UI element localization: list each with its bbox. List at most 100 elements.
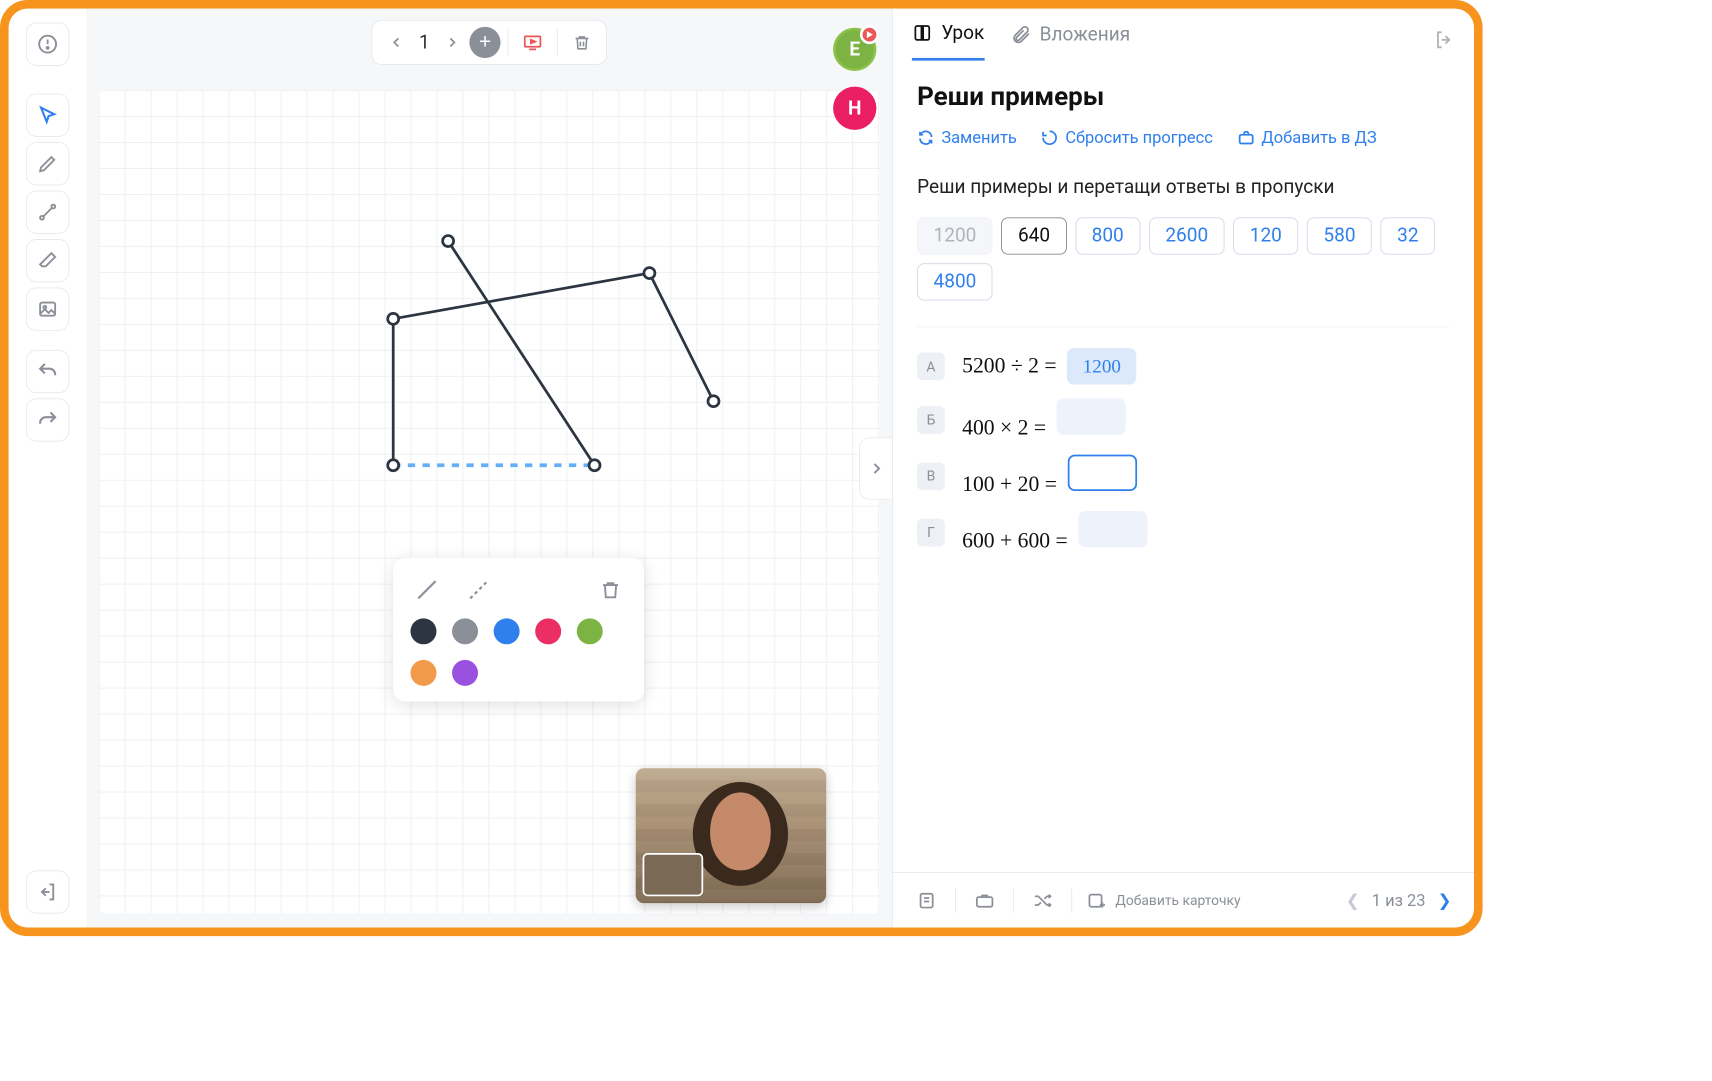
footer-list-button[interactable]: [912, 885, 941, 914]
image-tool[interactable]: [26, 288, 69, 331]
problem-expression: 5200 ÷ 2 = 1200: [962, 348, 1136, 384]
image-icon: [36, 298, 59, 321]
chevron-left-icon: [390, 36, 404, 50]
add-page-button[interactable]: +: [470, 27, 501, 58]
footer-case-button[interactable]: [970, 885, 999, 914]
answer-slot[interactable]: [1068, 455, 1137, 491]
trash-icon: [573, 33, 592, 52]
pencil-tool[interactable]: [26, 142, 69, 185]
chevron-right-icon: [445, 36, 459, 50]
tab-lesson-label: Урок: [941, 23, 984, 45]
problem-expression: 600 + 600 =: [962, 511, 1147, 553]
add-card-icon: [1086, 890, 1107, 911]
answer-chip: 1200: [917, 217, 993, 254]
case-icon: [974, 890, 995, 911]
recording-badge: [860, 25, 879, 44]
exercise-instruction: Реши примеры и перетащи ответы в пропуск…: [917, 177, 1450, 199]
avatar-student[interactable]: H: [833, 87, 876, 130]
redo-button[interactable]: [26, 398, 69, 441]
eraser-icon: [36, 249, 59, 272]
screen-icon: [522, 32, 543, 53]
problem-row: А 5200 ÷ 2 = 1200: [917, 348, 1450, 384]
chat-button[interactable]: [26, 23, 69, 66]
prev-page-button[interactable]: [379, 25, 414, 60]
answer-chip[interactable]: 2600: [1149, 217, 1225, 254]
problem-row: Г 600 + 600 =: [917, 511, 1450, 553]
briefcase-icon: [1237, 129, 1254, 146]
answer-chip[interactable]: 640: [1002, 217, 1067, 254]
avatar-letter: E: [849, 39, 860, 61]
add-card-button[interactable]: Добавить карточку: [1086, 890, 1241, 911]
answer-slot[interactable]: [1078, 511, 1147, 547]
answer-chip[interactable]: 32: [1381, 217, 1435, 254]
eraser-tool[interactable]: [26, 239, 69, 282]
answer-chip[interactable]: 580: [1307, 217, 1372, 254]
color-orange[interactable]: [410, 660, 436, 686]
panel-collapse-handle[interactable]: [859, 437, 892, 499]
tab-attachments[interactable]: Вложения: [1010, 24, 1130, 60]
action-homework[interactable]: Добавить в ДЗ: [1237, 127, 1377, 147]
color-purple[interactable]: [452, 660, 478, 686]
problem-expression: 100 + 20 =: [962, 455, 1137, 497]
avatar-letter: H: [848, 97, 861, 119]
add-card-label: Добавить карточку: [1115, 892, 1240, 908]
whiteboard-canvas[interactable]: [99, 90, 880, 914]
answer-slot[interactable]: [1057, 398, 1126, 434]
reset-icon: [1041, 129, 1058, 146]
undo-button[interactable]: [26, 350, 69, 393]
tab-attachments-label: Вложения: [1040, 24, 1131, 46]
pager-next[interactable]: ❯: [1434, 887, 1455, 914]
shuffle-icon: [1032, 890, 1053, 911]
answer-slot[interactable]: 1200: [1067, 348, 1136, 384]
problem-label: А: [917, 352, 945, 380]
color-blue[interactable]: [494, 618, 520, 644]
line-icon: [36, 201, 59, 224]
pager-text: 1 из 23: [1372, 890, 1426, 910]
exit-icon: [36, 881, 59, 904]
problem-expression: 400 × 2 =: [962, 398, 1126, 440]
pointer-icon: [36, 104, 59, 127]
chat-icon: [36, 33, 59, 56]
exit-button-left[interactable]: [26, 870, 69, 913]
exit-button-right[interactable]: [1432, 29, 1455, 55]
action-reset[interactable]: Сбросить прогресс: [1041, 127, 1213, 147]
pointer-tool[interactable]: [26, 94, 69, 137]
color-green[interactable]: [577, 618, 603, 644]
problem-label: Б: [917, 406, 945, 434]
delete-line-button[interactable]: [594, 573, 627, 606]
action-replace[interactable]: Заменить: [917, 127, 1017, 147]
refresh-icon: [917, 129, 934, 146]
delete-page-button[interactable]: [565, 25, 600, 60]
answer-chip[interactable]: 4800: [917, 263, 993, 300]
next-page-button[interactable]: [435, 25, 470, 60]
problem-label: В: [917, 462, 945, 490]
problem-row: Б 400 × 2 =: [917, 398, 1450, 440]
chevron-right-icon: [868, 460, 884, 476]
exit-icon: [1432, 29, 1455, 52]
avatar-teacher[interactable]: E: [833, 28, 876, 71]
line-tool[interactable]: [26, 191, 69, 234]
color-dark[interactable]: [410, 618, 436, 644]
clip-icon: [1010, 24, 1031, 45]
color-gray[interactable]: [452, 618, 478, 644]
video-thumbnail[interactable]: [636, 768, 827, 903]
solid-line-style[interactable]: [410, 573, 443, 606]
tab-lesson[interactable]: Урок: [912, 23, 984, 61]
page-number: 1: [414, 32, 435, 54]
problem-row: В 100 + 20 =: [917, 455, 1450, 497]
answer-chip[interactable]: 800: [1075, 217, 1140, 254]
pencil-icon: [36, 152, 59, 175]
problem-label: Г: [917, 518, 945, 546]
present-button[interactable]: [515, 25, 550, 60]
color-pink[interactable]: [535, 618, 561, 644]
book-icon: [912, 23, 933, 44]
list-icon: [916, 890, 937, 911]
answer-chip[interactable]: 120: [1233, 217, 1298, 254]
exercise-title: Реши примеры: [917, 81, 1450, 111]
line-style-popover: [393, 558, 644, 702]
dashed-line-style[interactable]: [462, 573, 495, 606]
redo-icon: [36, 409, 59, 432]
footer-shuffle-button[interactable]: [1028, 885, 1057, 914]
undo-icon: [36, 360, 59, 383]
pager-prev[interactable]: ❮: [1342, 887, 1363, 914]
